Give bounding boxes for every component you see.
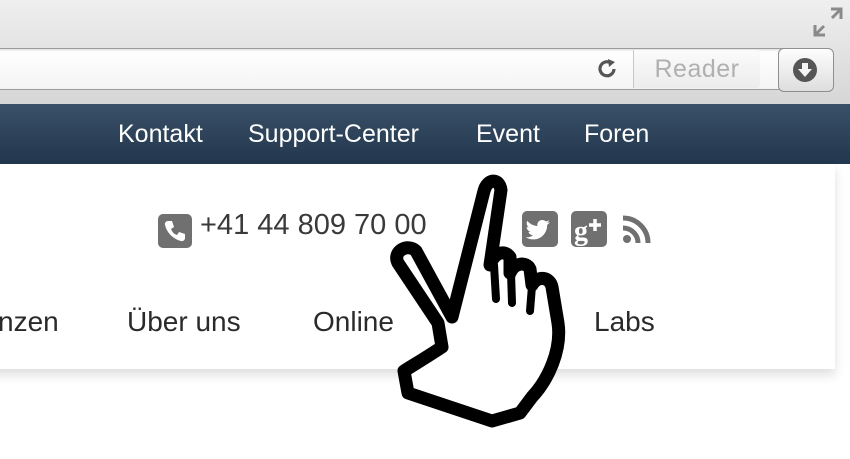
mainnav-item-labs[interactable]: Labs (594, 306, 655, 338)
reader-button[interactable]: Reader (633, 50, 760, 88)
hand-pointer-icon (390, 174, 566, 428)
top-navigation: Kontakt Support-Center Event Foren (0, 104, 850, 164)
topnav-item-foren[interactable]: Foren (584, 120, 649, 149)
fullscreen-icon[interactable] (812, 6, 844, 38)
topnav-item-support-center[interactable]: Support-Center (248, 120, 419, 149)
rss-icon[interactable] (619, 211, 655, 247)
topnav-item-event[interactable]: Event (476, 120, 540, 149)
reload-icon[interactable] (594, 56, 620, 82)
phone-icon (158, 214, 192, 248)
download-button[interactable] (778, 48, 834, 92)
mainnav-item-nzen[interactable]: nzen (0, 306, 59, 338)
download-icon (793, 58, 817, 82)
topnav-item-kontakt[interactable]: Kontakt (118, 120, 203, 149)
mainnav-item-ueber-uns[interactable]: Über uns (127, 306, 241, 338)
